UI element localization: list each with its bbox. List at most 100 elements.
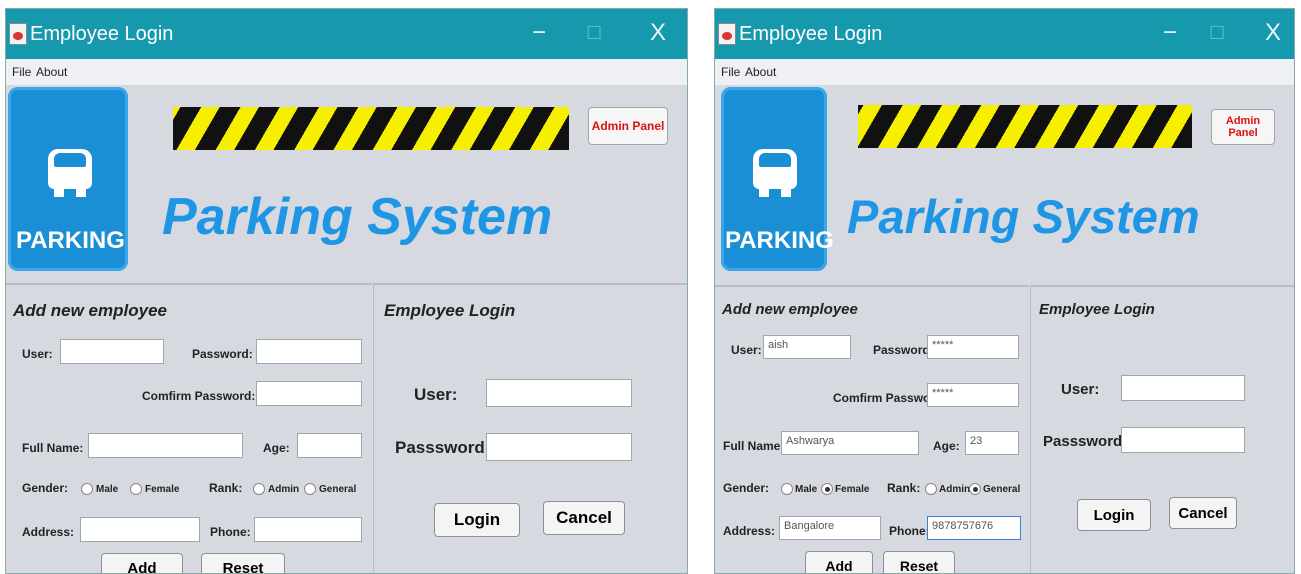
cancel-button[interactable]: Cancel xyxy=(543,501,625,535)
phone-label: Phone: xyxy=(889,524,930,538)
employee-login-window-left: Employee Login − ☐ X File About PARKING … xyxy=(5,8,688,574)
java-app-icon xyxy=(9,23,27,45)
maximize-button[interactable]: ☐ xyxy=(1209,23,1225,44)
confirm-password-field[interactable] xyxy=(256,381,362,406)
login-user-field[interactable] xyxy=(486,379,632,407)
fullname-label: Full Name: xyxy=(723,439,785,453)
confirm-password-field[interactable]: ***** xyxy=(927,383,1019,407)
admin-panel-button[interactable]: Admin Panel xyxy=(588,107,668,145)
login-user-label: User: xyxy=(1061,381,1100,398)
car-window xyxy=(54,153,86,167)
employee-login-panel: Employee Login User: Passsword: Login Ca… xyxy=(1030,285,1294,573)
hazard-stripes xyxy=(858,105,1192,148)
add-button[interactable]: Add xyxy=(805,551,873,573)
fullname-label: Full Name: xyxy=(22,441,84,455)
age-field[interactable] xyxy=(297,433,362,458)
close-button[interactable]: X xyxy=(650,19,666,47)
cancel-button[interactable]: Cancel xyxy=(1169,497,1237,529)
new-password-field[interactable] xyxy=(256,339,362,364)
menu-about[interactable]: About xyxy=(745,65,776,79)
reset-button[interactable]: Reset xyxy=(883,551,955,573)
rank-admin-radio[interactable] xyxy=(925,483,937,495)
employee-login-window-right: Employee Login − ☐ X File About PARKING … xyxy=(714,8,1295,574)
employee-login-panel: Employee Login User: Passsword: Login Ca… xyxy=(373,283,687,573)
address-label: Address: xyxy=(723,524,776,538)
new-user-field[interactable]: aish xyxy=(763,335,851,359)
employee-login-title: Employee Login xyxy=(1039,301,1155,318)
address-field[interactable]: Bangalore xyxy=(779,516,881,540)
add-employee-panel: Add new employee User: aish Password: **… xyxy=(715,285,1029,573)
login-password-label: Passsword: xyxy=(1043,433,1128,450)
gender-male-label: Male xyxy=(795,484,818,495)
app-heading: Parking System xyxy=(847,190,1200,243)
add-button[interactable]: Add xyxy=(101,553,183,573)
menu-bar: File About xyxy=(715,59,1294,85)
rank-label: Rank: xyxy=(887,481,921,495)
car-wheel-left xyxy=(759,187,769,197)
car-wheel-left xyxy=(54,187,64,197)
age-field[interactable]: 23 xyxy=(965,431,1019,455)
menu-about[interactable]: About xyxy=(36,65,67,79)
rank-admin-radio[interactable] xyxy=(253,483,265,495)
car-wheel-right xyxy=(781,187,791,197)
rank-general-label: General xyxy=(983,484,1021,495)
maximize-button[interactable]: ☐ xyxy=(586,23,602,44)
add-employee-title: Add new employee xyxy=(722,301,858,318)
address-field[interactable] xyxy=(80,517,200,542)
gender-male-label: Male xyxy=(96,484,119,495)
title-bar[interactable]: Employee Login − ☐ X xyxy=(715,9,1294,59)
reset-button[interactable]: Reset xyxy=(201,553,285,573)
menu-bar: File About xyxy=(6,59,687,85)
car-wheel-right xyxy=(76,187,86,197)
car-window xyxy=(759,153,791,167)
password-label: Password: xyxy=(873,343,934,357)
login-button[interactable]: Login xyxy=(1077,499,1151,531)
minimize-button[interactable]: − xyxy=(1163,19,1177,47)
gender-label: Gender: xyxy=(22,481,69,495)
password-label: Password: xyxy=(192,347,253,361)
login-user-field[interactable] xyxy=(1121,375,1245,401)
rank-label: Rank: xyxy=(209,481,243,495)
phone-field[interactable] xyxy=(254,517,362,542)
login-password-field[interactable] xyxy=(1121,427,1245,453)
rank-general-radio[interactable] xyxy=(969,483,981,495)
window-title: Employee Login xyxy=(30,23,174,45)
confirm-password-label: Comfirm Password: xyxy=(142,389,256,403)
fullname-field[interactable] xyxy=(88,433,243,458)
admin-panel-button[interactable]: Admin Panel xyxy=(1211,109,1275,145)
menu-file[interactable]: File xyxy=(721,65,740,79)
rank-general-radio[interactable] xyxy=(304,483,316,495)
user-label: User: xyxy=(22,347,53,361)
login-user-label: User: xyxy=(414,385,458,404)
login-password-field[interactable] xyxy=(486,433,632,461)
close-button[interactable]: X xyxy=(1265,19,1281,47)
rank-admin-label: Admin xyxy=(939,484,971,495)
phone-label: Phone: xyxy=(210,525,251,539)
parking-logo: PARKING xyxy=(721,87,834,271)
login-button[interactable]: Login xyxy=(434,503,520,537)
parking-logo: PARKING xyxy=(8,87,128,271)
fullname-field[interactable]: Ashwarya xyxy=(781,431,919,455)
new-user-field[interactable] xyxy=(60,339,164,364)
new-password-field[interactable]: ***** xyxy=(927,335,1019,359)
address-label: Address: xyxy=(22,525,75,539)
gender-male-radio[interactable] xyxy=(781,483,793,495)
title-bar[interactable]: Employee Login − ☐ X xyxy=(6,9,687,59)
phone-field[interactable]: 9878757676 xyxy=(927,516,1021,540)
login-password-label: Passsword: xyxy=(395,438,491,457)
hazard-stripes xyxy=(173,107,569,150)
gender-label: Gender: xyxy=(723,481,770,495)
java-app-icon xyxy=(718,23,736,45)
gender-female-label: Female xyxy=(145,484,180,495)
age-label: Age: xyxy=(933,439,960,453)
rank-general-label: General xyxy=(319,484,357,495)
window-title: Employee Login xyxy=(739,23,883,45)
menu-file[interactable]: File xyxy=(12,65,31,79)
minimize-button[interactable]: − xyxy=(532,19,546,47)
gender-female-label: Female xyxy=(835,484,870,495)
logo-text: PARKING xyxy=(725,227,834,254)
gender-female-radio[interactable] xyxy=(821,483,833,495)
gender-male-radio[interactable] xyxy=(81,483,93,495)
gender-female-radio[interactable] xyxy=(130,483,142,495)
age-label: Age: xyxy=(263,441,290,455)
